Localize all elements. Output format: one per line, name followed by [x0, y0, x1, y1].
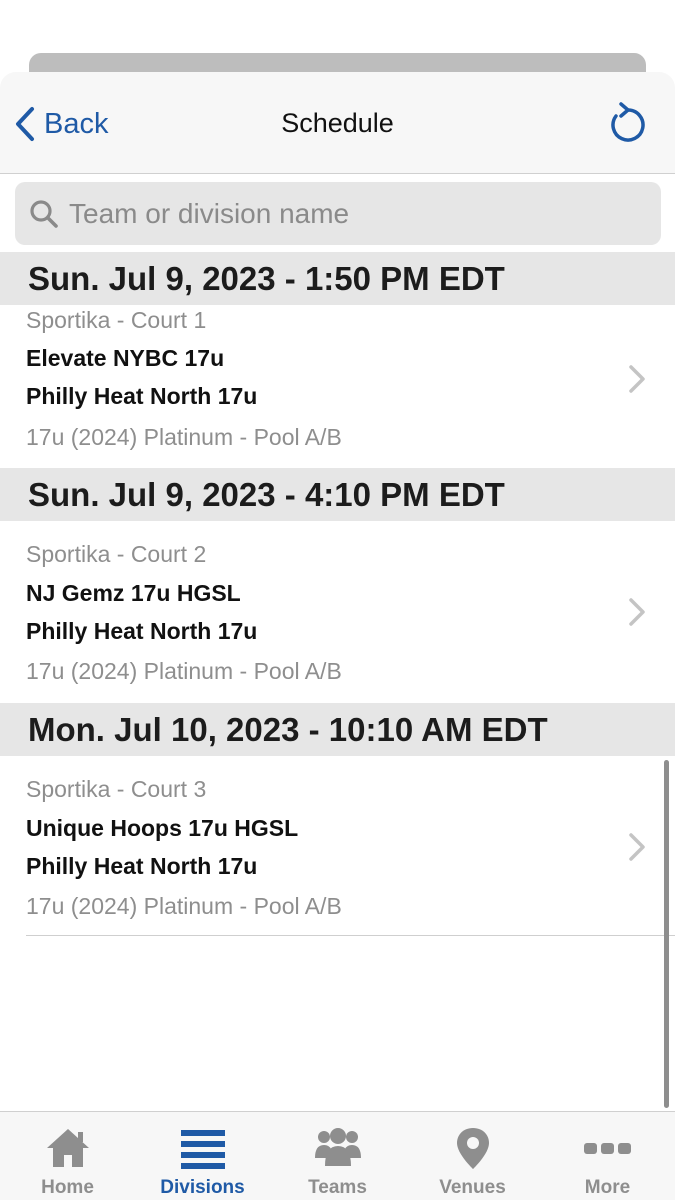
- game-team-2: Philly Heat North 17u: [26, 853, 258, 879]
- game-team-1: Unique Hoops 17u HGSL: [26, 815, 299, 841]
- game-team-2: Philly Heat North 17u: [26, 383, 258, 409]
- game-venue: Sportika - Court 1: [26, 307, 207, 333]
- schedule-list: Sun. Jul 9, 2023 - 1:50 PM EDT Sportika …: [0, 252, 675, 936]
- more-dots-icon: [583, 1143, 631, 1154]
- home-icon: [46, 1129, 89, 1167]
- tab-label: Venues: [439, 1177, 506, 1198]
- search-box[interactable]: [15, 182, 661, 245]
- scrollbar[interactable]: [664, 760, 669, 1108]
- navigation-bar: Back Schedule: [0, 72, 675, 174]
- schedule-sheet: Back Schedule Sun. Jul 9, 2023 - 1:50 PM…: [0, 72, 675, 1200]
- tab-label: Teams: [308, 1177, 367, 1198]
- page-title: Schedule: [281, 108, 394, 138]
- game-row[interactable]: Sportika - Court 3 Unique Hoops 17u HGSL…: [0, 756, 675, 936]
- tab-label: Divisions: [160, 1177, 245, 1198]
- refresh-icon: [611, 102, 645, 142]
- game-division: 17u (2024) Platinum - Pool A/B: [26, 424, 342, 450]
- tab-more[interactable]: More: [540, 1112, 675, 1200]
- map-pin-icon: [456, 1128, 489, 1169]
- list-icon: [180, 1130, 225, 1169]
- game-row[interactable]: Sportika - Court 1 Elevate NYBC 17u Phil…: [0, 305, 675, 468]
- search-bar: [0, 174, 675, 252]
- tab-bar: Home Divisions Teams Venues More: [0, 1111, 675, 1200]
- tab-venues[interactable]: Venues: [405, 1112, 540, 1200]
- group-icon: [314, 1128, 361, 1166]
- game-team-2: Philly Heat North 17u: [26, 618, 258, 644]
- row-divider: [26, 935, 675, 936]
- tab-divisions[interactable]: Divisions: [135, 1112, 270, 1200]
- search-icon: [30, 199, 58, 228]
- tab-home[interactable]: Home: [0, 1112, 135, 1200]
- game-venue: Sportika - Court 3: [26, 776, 207, 802]
- game-row[interactable]: Sportika - Court 2 NJ Gemz 17u HGSL Phil…: [0, 521, 675, 703]
- refresh-button[interactable]: [604, 102, 648, 146]
- game-division: 17u (2024) Platinum - Pool A/B: [26, 658, 342, 684]
- chevron-right-icon: [629, 365, 645, 393]
- tab-teams[interactable]: Teams: [270, 1112, 405, 1200]
- section-header: Sun. Jul 9, 2023 - 4:10 PM EDT: [0, 468, 675, 521]
- game-team-1: Elevate NYBC 17u: [26, 345, 225, 371]
- game-team-1: NJ Gemz 17u HGSL: [26, 580, 241, 606]
- game-venue: Sportika - Court 2: [26, 541, 207, 567]
- search-input[interactable]: [69, 197, 629, 230]
- chevron-right-icon: [629, 598, 645, 626]
- section-header: Sun. Jul 9, 2023 - 1:50 PM EDT: [0, 252, 675, 305]
- section-header: Mon. Jul 10, 2023 - 10:10 AM EDT: [0, 703, 675, 756]
- chevron-right-icon: [629, 833, 645, 861]
- tab-label: More: [584, 1177, 631, 1198]
- game-division: 17u (2024) Platinum - Pool A/B: [26, 893, 342, 919]
- tab-label: Home: [41, 1177, 94, 1198]
